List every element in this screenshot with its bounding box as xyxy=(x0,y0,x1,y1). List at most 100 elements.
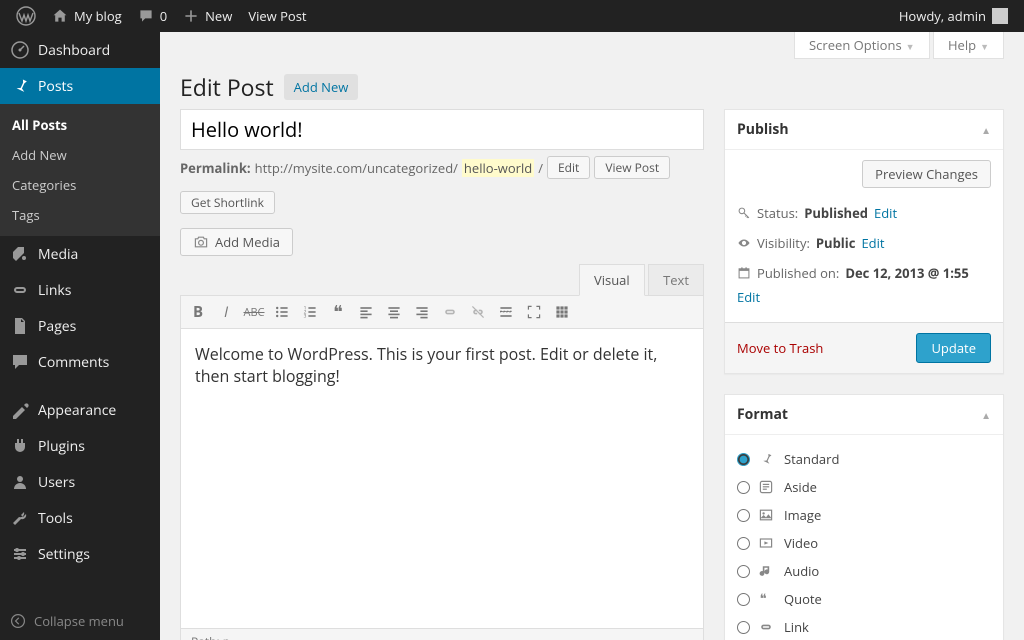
format-radio[interactable] xyxy=(737,537,750,550)
link-button[interactable] xyxy=(437,300,463,324)
collapse-label: Collapse menu xyxy=(34,612,124,630)
edit-slug-button[interactable]: Edit xyxy=(547,156,590,179)
fullscreen-button[interactable] xyxy=(521,300,547,324)
menu-appearance[interactable]: Appearance xyxy=(0,392,160,428)
submenu-categories[interactable]: Categories xyxy=(0,170,160,200)
howdy-text: Howdy, admin xyxy=(899,7,986,25)
update-button[interactable]: Update xyxy=(916,333,991,363)
edit-date-link[interactable]: Edit xyxy=(737,288,991,306)
my-account-link[interactable]: Howdy, admin xyxy=(891,0,1016,32)
format-option-video[interactable]: Video xyxy=(737,529,991,557)
unlink-button[interactable] xyxy=(465,300,491,324)
new-content-link[interactable]: New xyxy=(175,0,240,32)
post-title-input[interactable] xyxy=(180,109,704,150)
align-right-button[interactable] xyxy=(409,300,435,324)
italic-button[interactable]: I xyxy=(213,300,239,324)
format-option-quote[interactable]: ❝ Quote xyxy=(737,585,991,613)
video-icon xyxy=(758,535,776,551)
users-icon xyxy=(10,472,30,492)
visibility-value: Public xyxy=(816,234,856,252)
svg-text:❝: ❝ xyxy=(760,591,767,607)
editor-path: Path: p xyxy=(191,633,230,640)
menu-dashboard[interactable]: Dashboard xyxy=(0,32,160,68)
editor-toolbar: B I ABC 123 ❝ xyxy=(180,295,704,329)
add-new-button[interactable]: Add New xyxy=(284,74,359,100)
menu-links[interactable]: Links xyxy=(0,272,160,308)
help-tab[interactable]: Help▼ xyxy=(933,32,1004,59)
format-option-image[interactable]: Image xyxy=(737,501,991,529)
format-option-link[interactable]: Link xyxy=(737,613,991,640)
screen-options-tab[interactable]: Screen Options▼ xyxy=(794,32,930,59)
kitchen-sink-button[interactable] xyxy=(549,300,575,324)
add-media-label: Add Media xyxy=(215,233,280,251)
menu-media[interactable]: Media xyxy=(0,236,160,272)
format-box-header[interactable]: Format ▲ xyxy=(725,395,1003,435)
bold-button[interactable]: B xyxy=(185,300,211,324)
edit-visibility-link[interactable]: Edit xyxy=(861,234,884,252)
standard-icon xyxy=(758,451,776,467)
svg-text:3: 3 xyxy=(304,314,307,320)
format-option-audio[interactable]: Audio xyxy=(737,557,991,585)
blockquote-button[interactable]: ❝ xyxy=(325,300,351,324)
submenu-tags[interactable]: Tags xyxy=(0,200,160,230)
format-label: Aside xyxy=(784,478,817,496)
menu-tools[interactable]: Tools xyxy=(0,500,160,536)
format-radio[interactable] xyxy=(737,509,750,522)
preview-changes-button[interactable]: Preview Changes xyxy=(862,160,991,188)
format-label: Video xyxy=(784,534,818,552)
menu-comments[interactable]: Comments xyxy=(0,344,160,380)
key-icon xyxy=(737,206,751,220)
move-to-trash-link[interactable]: Move to Trash xyxy=(737,339,823,357)
comments-link[interactable]: 0 xyxy=(130,0,175,32)
edit-status-link[interactable]: Edit xyxy=(874,204,897,222)
bullet-list-button[interactable] xyxy=(269,300,295,324)
pages-icon xyxy=(10,316,30,336)
links-icon xyxy=(10,280,30,300)
view-post-link[interactable]: View Post xyxy=(240,0,314,32)
collapse-menu[interactable]: Collapse menu xyxy=(0,602,160,640)
publish-title: Publish xyxy=(737,120,789,139)
add-media-button[interactable]: Add Media xyxy=(180,228,293,256)
align-left-button[interactable] xyxy=(353,300,379,324)
tab-visual[interactable]: Visual xyxy=(579,264,645,296)
posts-submenu: All Posts Add New Categories Tags xyxy=(0,104,160,236)
format-option-aside[interactable]: Aside xyxy=(737,473,991,501)
number-list-button[interactable]: 123 xyxy=(297,300,323,324)
get-shortlink-button[interactable]: Get Shortlink xyxy=(180,191,275,214)
comments-count: 0 xyxy=(160,7,167,25)
view-post-button[interactable]: View Post xyxy=(594,156,670,179)
submenu-all-posts[interactable]: All Posts xyxy=(0,110,160,140)
submenu-add-new[interactable]: Add New xyxy=(0,140,160,170)
format-radio[interactable] xyxy=(737,481,750,494)
audio-icon xyxy=(758,563,776,579)
wp-logo[interactable] xyxy=(8,0,44,32)
chevron-up-icon: ▲ xyxy=(981,123,991,137)
view-post-label: View Post xyxy=(248,7,306,25)
aside-icon xyxy=(758,479,776,495)
page-title: Edit Post Add New xyxy=(180,59,1004,109)
menu-plugins[interactable]: Plugins xyxy=(0,428,160,464)
tab-text[interactable]: Text xyxy=(648,264,704,296)
site-name-link[interactable]: My blog xyxy=(44,0,130,32)
format-label: Quote xyxy=(784,590,822,608)
format-option-standard[interactable]: Standard xyxy=(737,445,991,473)
format-radio[interactable] xyxy=(737,453,750,466)
more-button[interactable] xyxy=(493,300,519,324)
plugins-icon xyxy=(10,436,30,456)
align-center-button[interactable] xyxy=(381,300,407,324)
menu-users[interactable]: Users xyxy=(0,464,160,500)
menu-posts[interactable]: Posts xyxy=(0,68,160,104)
format-radio[interactable] xyxy=(737,565,750,578)
strike-button[interactable]: ABC xyxy=(241,300,267,324)
media-icon xyxy=(10,244,30,264)
format-radio[interactable] xyxy=(737,593,750,606)
editor-body[interactable]: Welcome to WordPress. This is your first… xyxy=(180,329,704,629)
format-radio[interactable] xyxy=(737,621,750,634)
publish-box-header[interactable]: Publish ▲ xyxy=(725,110,1003,150)
permalink-slug[interactable]: hello-world xyxy=(462,159,534,177)
menu-posts-label: Posts xyxy=(38,77,73,96)
status-value: Published xyxy=(804,204,868,222)
menu-settings[interactable]: Settings xyxy=(0,536,160,572)
menu-pages[interactable]: Pages xyxy=(0,308,160,344)
chevron-up-icon: ▲ xyxy=(981,408,991,422)
